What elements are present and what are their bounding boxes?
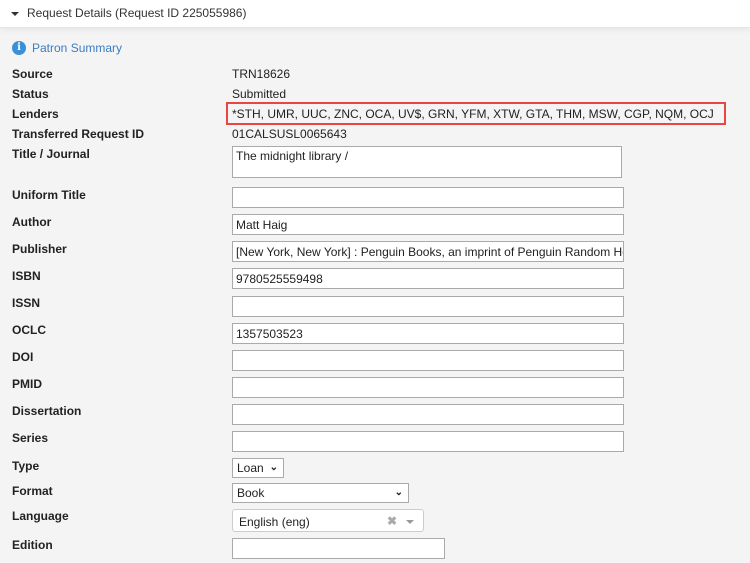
language-select[interactable]: English (eng) ✖: [232, 509, 424, 532]
pmid-label: PMID: [12, 377, 42, 391]
type-selected-value: Loan: [237, 461, 264, 475]
type-label: Type: [12, 459, 40, 473]
edition-input[interactable]: [232, 538, 445, 559]
lenders-label: Lenders: [12, 107, 59, 121]
format-label: Format: [12, 484, 53, 498]
isbn-input[interactable]: 9780525559498: [232, 268, 624, 289]
chevron-down-icon: ⌄: [394, 487, 403, 498]
uniform-title-input[interactable]: [232, 187, 624, 208]
series-label: Series: [12, 431, 49, 445]
oclc-input[interactable]: 1357503523: [232, 323, 624, 344]
issn-input[interactable]: [232, 296, 624, 317]
series-input[interactable]: [232, 431, 624, 452]
source-value: TRN18626: [232, 67, 291, 81]
status-value: Submitted: [232, 87, 287, 101]
pmid-input[interactable]: [232, 377, 624, 398]
collapse-triangle-icon[interactable]: [11, 12, 19, 16]
request-details-header[interactable]: Request Details (Request ID 225055986): [0, 0, 750, 28]
publisher-label: Publisher: [12, 242, 67, 256]
format-selected-value: Book: [237, 486, 265, 500]
title-journal-label: Title / Journal: [12, 147, 90, 161]
uniform-title-label: Uniform Title: [12, 188, 86, 202]
issn-label: ISSN: [12, 296, 41, 310]
oclc-label: OCLC: [12, 323, 46, 337]
patron-summary-label: Patron Summary: [32, 41, 123, 55]
dissertation-input[interactable]: [232, 404, 624, 425]
author-input[interactable]: Matt Haig: [232, 214, 624, 235]
edition-label: Edition: [12, 538, 53, 552]
language-selected-value: English (eng): [239, 515, 310, 529]
format-select[interactable]: Book ⌄: [232, 483, 409, 503]
dropdown-arrow-icon[interactable]: [406, 520, 414, 524]
patron-summary-link[interactable]: i Patron Summary: [12, 41, 122, 55]
language-label: Language: [12, 509, 69, 523]
author-label: Author: [12, 215, 52, 229]
isbn-label: ISBN: [12, 269, 41, 283]
doi-label: DOI: [12, 350, 34, 364]
title-journal-textarea[interactable]: The midnight library /: [232, 146, 622, 178]
status-label: Status: [12, 87, 49, 101]
section-title: Request Details (Request ID 225055986): [27, 6, 247, 20]
transferred-request-id-label: Transferred Request ID: [12, 127, 145, 141]
chevron-down-icon: ⌄: [269, 462, 278, 473]
dissertation-label: Dissertation: [12, 404, 82, 418]
publisher-input[interactable]: [New York, New York] : Penguin Books, an…: [232, 241, 624, 262]
doi-input[interactable]: [232, 350, 624, 371]
transferred-request-id-value: 01CALSUSL0065643: [232, 127, 347, 141]
type-select[interactable]: Loan ⌄: [232, 458, 284, 478]
lenders-value: *STH, UMR, UUC, ZNC, OCA, UV$, GRN, YFM,…: [232, 107, 714, 121]
source-label: Source: [12, 67, 53, 81]
info-icon: i: [12, 41, 26, 55]
clear-icon[interactable]: ✖: [387, 514, 397, 528]
